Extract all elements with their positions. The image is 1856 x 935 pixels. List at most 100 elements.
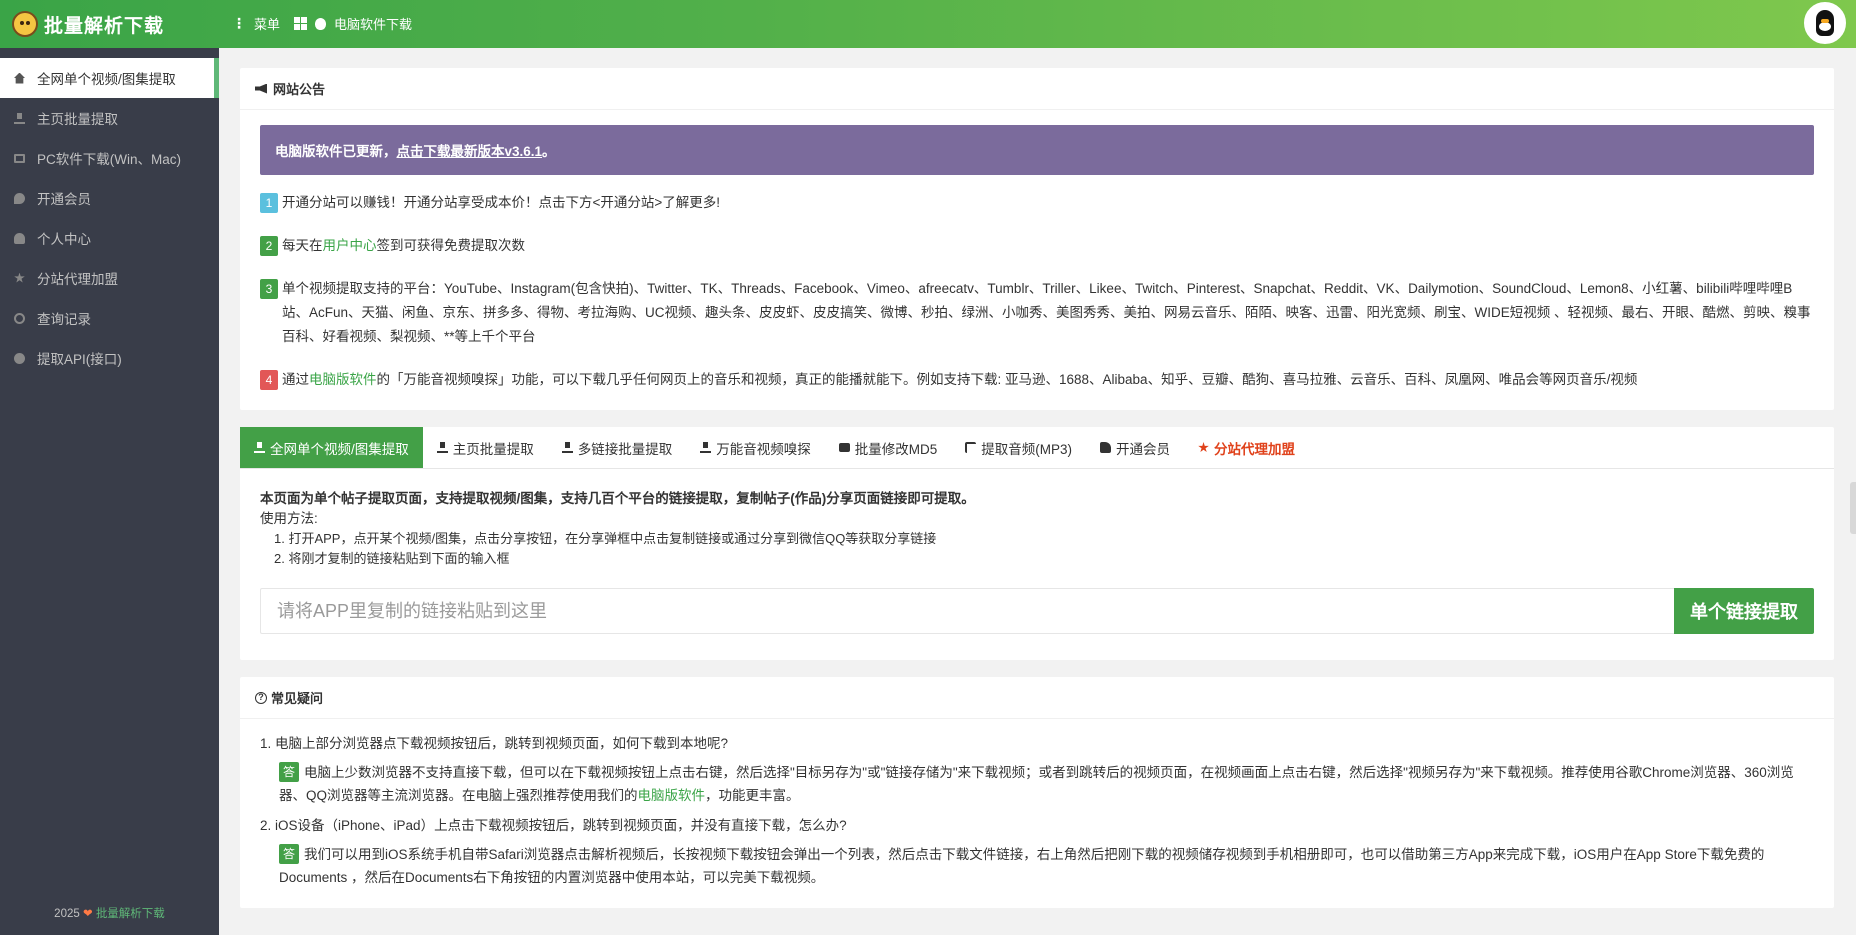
faq-card: ? 常见疑问 1. 电脑上部分浏览器点下载视频按钮后，跳转到视频页面，如何下载到… — [240, 677, 1834, 908]
extract-form: 单个链接提取 — [260, 588, 1814, 634]
faq-body: 1. 电脑上部分浏览器点下载视频按钮后，跳转到视频页面，如何下载到本地呢? 答电… — [240, 719, 1834, 908]
sidebar-item-label: PC软件下载(Win、Mac) — [37, 152, 181, 167]
notice-text-pre: 每天在 — [282, 238, 323, 253]
tab-label: 多链接批量提取 — [577, 441, 673, 457]
update-suffix: 。 — [542, 144, 556, 159]
music-note-icon — [965, 442, 977, 453]
thumbs-up-icon — [1100, 442, 1112, 453]
dog-logo-icon — [12, 11, 38, 37]
sidebar-footer: 2025 ❤ 批量解析下载 — [0, 905, 219, 921]
update-banner: 电脑版软件已更新， 点击下载最新版本v3.6.1 。 — [260, 125, 1814, 175]
faq-answer-1: 答电脑上少数浏览器不支持直接下载，但可以在下载视频按钮上点击右键，然后选择"目标… — [260, 761, 1814, 807]
tab-batch-extract[interactable]: 主页批量提取 — [423, 427, 548, 468]
menu-toggle[interactable]: ⋮ 菜单 — [232, 14, 280, 33]
faq-answer-text: 我们可以用到iOS系统手机自带Safari浏览器点击解析视频后，长按视频下载按钮… — [279, 847, 1765, 885]
answer-badge: 答 — [279, 762, 299, 782]
apple-icon — [315, 17, 326, 30]
extract-card: 全网单个视频/图集提取 主页批量提取 多链接批量提取 万能音视频嗅探 批量修改M… — [240, 427, 1834, 660]
update-prefix: 电脑版软件已更新， — [275, 144, 397, 159]
heart-icon: ❤ — [82, 908, 93, 920]
tab-agent[interactable]: 分站代理加盟 — [1184, 427, 1309, 468]
notice-text: 通过电脑版软件的「万能音视频嗅探」功能，可以下载几乎任何网页上的音乐和视频，真正… — [282, 368, 1637, 392]
number-badge: 4 — [260, 370, 278, 390]
main-content: 网站公告 电脑版软件已更新， 点击下载最新版本v3.6.1 。 1 开通分站可以… — [240, 68, 1834, 925]
desktop-icon — [14, 153, 25, 163]
sidebar-item-label: 主页批量提取 — [37, 112, 118, 127]
pc-software-label: 电脑软件下载 — [334, 17, 413, 32]
faq-header: ? 常见疑问 — [240, 677, 1834, 719]
notice-text: 单个视频提取支持的平台：YouTube、Instagram(包含快拍)、Twit… — [282, 281, 1811, 344]
tab-multi-link-extract[interactable]: 多链接批量提取 — [548, 427, 687, 468]
video-camera-icon — [838, 443, 850, 452]
vip-icon — [14, 192, 25, 204]
tab-single-extract[interactable]: 全网单个视频/图集提取 — [240, 427, 423, 468]
footer-year: 2025 — [54, 908, 80, 920]
download-latest-link[interactable]: 点击下载最新版本v3.6.1 — [397, 140, 543, 160]
notice-text-post: 签到可获得免费提取次数 — [376, 238, 526, 253]
sidebar-item-vip[interactable]: 开通会员 — [0, 178, 219, 218]
extract-intro: 本页面为单个帖子提取页面，支持提取视频/图集，支持几百个平台的链接提取，复制帖子… — [260, 491, 975, 506]
faq-question-2: 2. iOS设备（iPhone、iPad）上点击下载视频按钮后，跳转到视频页面，… — [260, 818, 847, 833]
extract-body: 本页面为单个帖子提取页面，支持提取视频/图集，支持几百个平台的链接提取，复制帖子… — [240, 469, 1834, 660]
sidebar-item-agent[interactable]: 分站代理加盟 — [0, 258, 219, 298]
top-navbar: 批量解析下载 ⋮ 菜单 电脑软件下载 — [0, 0, 1856, 48]
github-icon — [14, 352, 25, 364]
sidebar-item-batch-extract[interactable]: 主页批量提取 — [0, 98, 219, 138]
sidebar-item-query-records[interactable]: 查询记录 — [0, 298, 219, 338]
star-icon — [1198, 442, 1209, 453]
notice-text: 每天在用户中心签到可获得免费提取次数 — [282, 234, 525, 258]
user-center-link[interactable]: 用户中心 — [323, 238, 377, 253]
sidebar: 全网单个视频/图集提取 主页批量提取 PC软件下载(Win、Mac) 开通会员 … — [0, 48, 219, 935]
sidebar-item-label: 分站代理加盟 — [37, 272, 118, 287]
download-icon — [254, 442, 265, 453]
tab-vip[interactable]: 开通会员 — [1086, 427, 1184, 468]
tab-label: 万能音视频嗅探 — [716, 441, 811, 457]
sidebar-item-label: 全网单个视频/图集提取 — [37, 72, 176, 87]
footer-brand-link[interactable]: 批量解析下载 — [96, 908, 165, 920]
notice-title: 网站公告 — [273, 82, 326, 97]
page-scrollbar[interactable] — [1850, 482, 1856, 534]
tab-batch-md5[interactable]: 批量修改MD5 — [825, 427, 952, 468]
pc-software-download-link[interactable]: 电脑软件下载 — [294, 14, 412, 33]
sidebar-item-label: 个人中心 — [37, 232, 91, 247]
pc-software-link[interactable]: 电脑版软件 — [638, 788, 706, 803]
link-input[interactable] — [260, 588, 1674, 634]
qq-penguin-icon — [1816, 10, 1834, 36]
tab-extract-audio[interactable]: 提取音频(MP3) — [951, 427, 1086, 468]
notice-line-2: 2 每天在用户中心签到可获得免费提取次数 — [260, 234, 1814, 258]
megaphone-icon — [255, 83, 267, 94]
notice-text: 开通分站可以赚钱！开通分站享受成本价！点击下方<开通分站>了解更多! — [282, 195, 721, 210]
number-badge: 2 — [260, 236, 278, 256]
star-icon — [14, 272, 25, 283]
single-extract-button[interactable]: 单个链接提取 — [1674, 588, 1814, 634]
user-avatar[interactable] — [1804, 2, 1846, 44]
sidebar-item-label: 查询记录 — [37, 312, 91, 327]
user-icon — [14, 232, 25, 244]
answer-badge: 答 — [279, 844, 299, 864]
usage-step-2: 2. 将刚才复制的链接粘贴到下面的输入框 — [274, 551, 510, 566]
download-icon — [561, 442, 573, 453]
pc-software-link[interactable]: 电脑版软件 — [309, 372, 377, 387]
windows-icon — [294, 17, 307, 30]
notice-body: 电脑版软件已更新， 点击下载最新版本v3.6.1 。 1 开通分站可以赚钱！开通… — [240, 110, 1834, 410]
tab-label: 开通会员 — [1116, 441, 1171, 457]
faq-answer-text: 电脑上少数浏览器不支持直接下载，但可以在下载视频按钮上点击右键，然后选择"目标另… — [279, 765, 1794, 803]
faq-title: 常见疑问 — [271, 691, 324, 706]
tab-label: 批量修改MD5 — [854, 441, 938, 457]
sidebar-item-user-center[interactable]: 个人中心 — [0, 218, 219, 258]
tab-label: 主页批量提取 — [452, 441, 534, 457]
function-tabs: 全网单个视频/图集提取 主页批量提取 多链接批量提取 万能音视频嗅探 批量修改M… — [240, 427, 1834, 469]
site-brand: 批量解析下载 — [44, 15, 165, 37]
tab-label: 全网单个视频/图集提取 — [270, 441, 409, 457]
sidebar-item-pc-software[interactable]: PC软件下载(Win、Mac) — [0, 138, 219, 178]
tab-media-sniffer[interactable]: 万能音视频嗅探 — [686, 427, 825, 468]
sidebar-item-label: 开通会员 — [37, 192, 91, 207]
tab-label: 提取音频(MP3) — [981, 441, 1073, 457]
sidebar-item-label: 提取API(接口) — [37, 352, 122, 367]
home-icon — [14, 72, 25, 84]
site-logo[interactable]: 批量解析下载 — [12, 8, 164, 40]
sidebar-item-single-extract[interactable]: 全网单个视频/图集提取 — [0, 58, 219, 98]
faq-answer-text: ，功能更丰富。 — [705, 788, 800, 803]
notice-line-3: 3 单个视频提取支持的平台：YouTube、Instagram(包含快拍)、Tw… — [260, 277, 1814, 349]
sidebar-item-api[interactable]: 提取API(接口) — [0, 338, 219, 378]
